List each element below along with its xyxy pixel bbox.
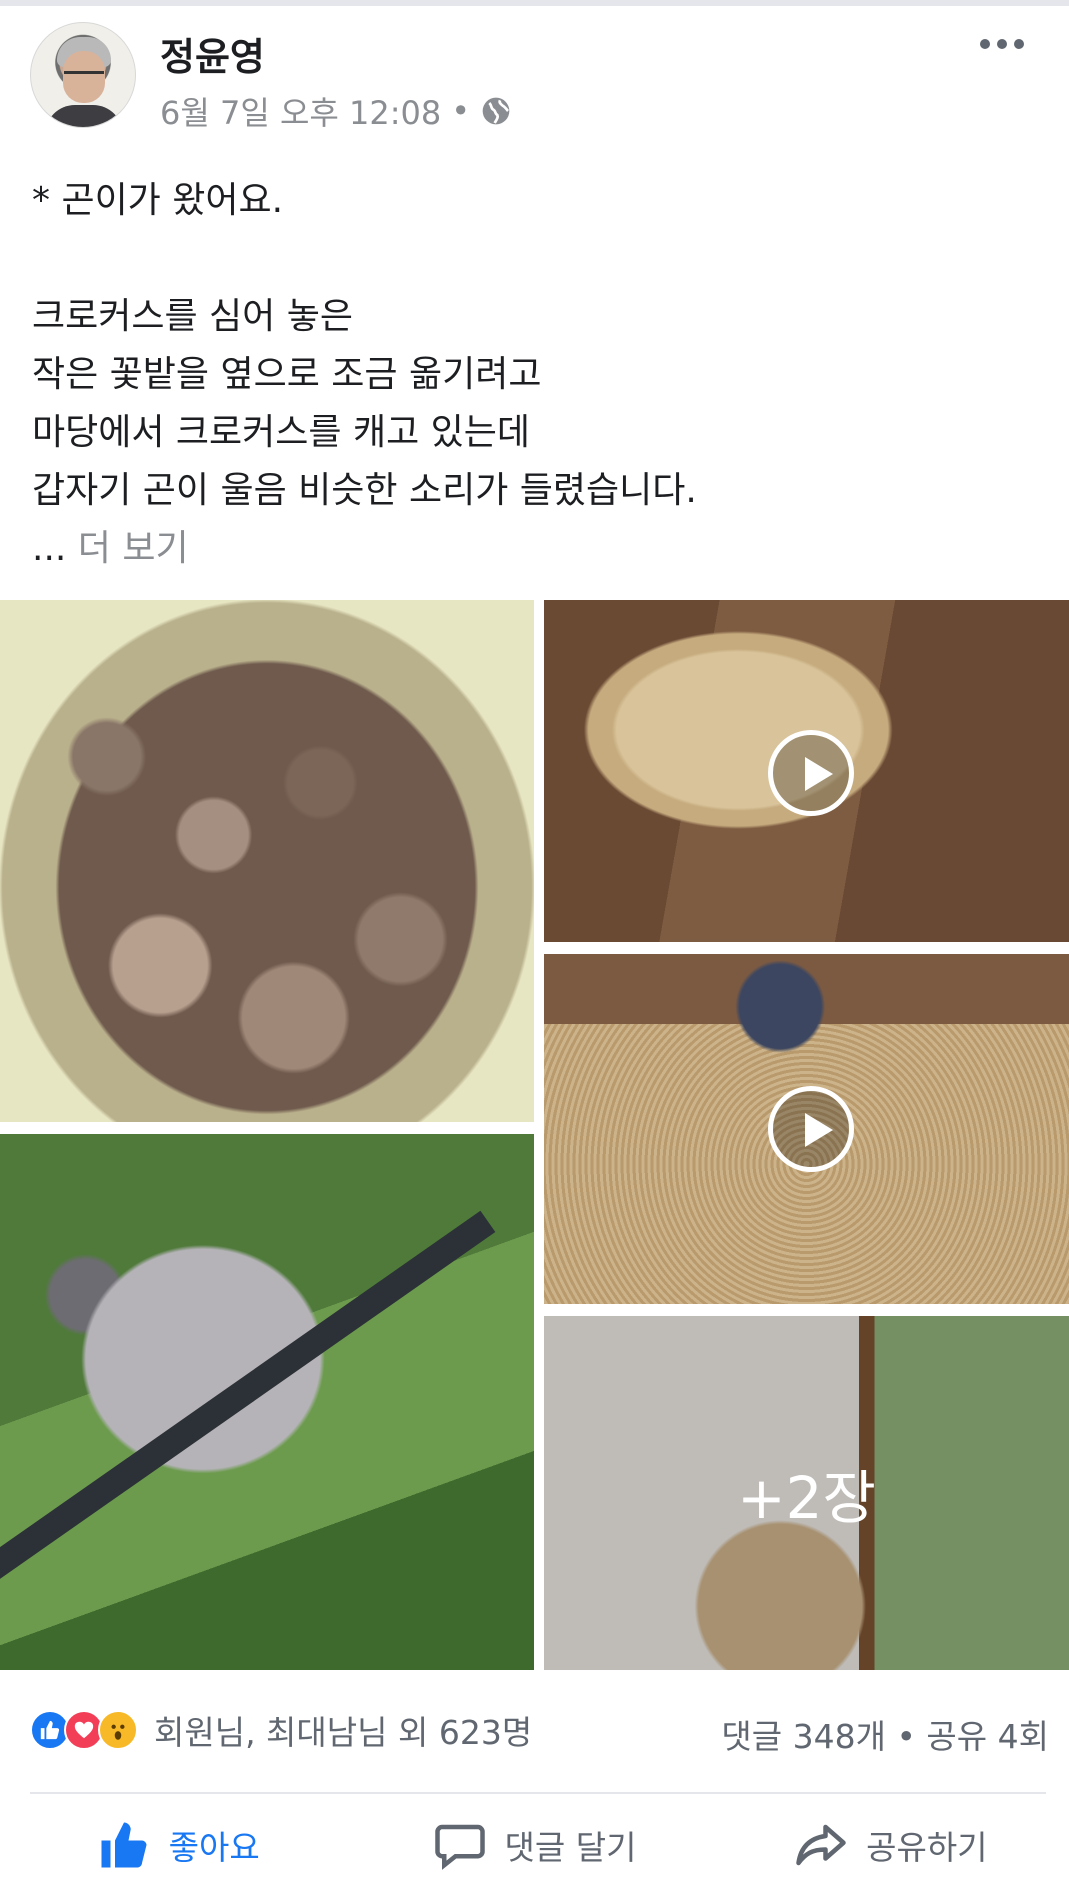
post-text-blank-line: [32, 230, 1042, 288]
thumbs-up-icon: [101, 1822, 147, 1868]
photo-more-images[interactable]: +2장: [544, 1316, 1069, 1670]
see-more-label[interactable]: 더 보기: [78, 528, 189, 569]
comments-shares-count[interactable]: 댓글 348개 • 공유 4회: [721, 1710, 1049, 1758]
reactions-summary[interactable]: 회원님, 최대남님 외 623명: [30, 1706, 532, 1754]
comment-label: 댓글 달기: [504, 1828, 637, 1867]
share-icon: [796, 1824, 846, 1866]
actions-divider: [30, 1792, 1046, 1794]
globe-icon: [482, 97, 510, 125]
more-photos-overlay[interactable]: +2장: [544, 1316, 1069, 1670]
post-text-line: 갑자기 곤이 울음 비슷한 소리가 들렸습니다.: [32, 470, 697, 511]
like-button[interactable]: 좋아요: [0, 1810, 356, 1880]
top-divider: [0, 0, 1069, 6]
post-text: * 곤이가 왔어요. 크로커스를 심어 놓은 작은 꽃밭을 옆으로 조금 옮기려…: [32, 172, 1042, 578]
photo-bird-on-rail[interactable]: [0, 1134, 534, 1670]
comment-icon: [434, 1824, 485, 1870]
author-name[interactable]: 정윤영: [160, 26, 265, 81]
play-icon[interactable]: [768, 1086, 854, 1172]
post-timestamp[interactable]: 6월 7일 오후 12:08: [160, 88, 441, 134]
like-label: 좋아요: [168, 1828, 260, 1867]
wow-icon: [98, 1710, 138, 1750]
post-text-line: 크로커스를 심어 놓은: [32, 296, 353, 337]
comment-button[interactable]: 댓글 달기: [356, 1810, 712, 1880]
avatar[interactable]: [30, 22, 136, 128]
reaction-names[interactable]: 회원님, 최대남님 외 623명: [154, 1706, 532, 1754]
meta-separator: •: [451, 92, 471, 130]
action-bar: 좋아요 댓글 달기 공유하기: [0, 1810, 1069, 1880]
post-text-line: * 곤이가 왔어요.: [32, 180, 284, 221]
ellipsis: ...: [32, 528, 67, 569]
see-more-link[interactable]: ... 더 보기: [32, 520, 1042, 578]
post-text-line: 마당에서 크로커스를 캐고 있는데: [32, 412, 531, 453]
more-options-icon[interactable]: [980, 34, 1032, 54]
post-text-line: 작은 꽃밭을 옆으로 조금 옮기려고: [32, 354, 542, 395]
photo-crocus-bulbs[interactable]: [0, 600, 534, 1122]
more-photos-count: +2장: [737, 1464, 876, 1532]
post-meta: 6월 7일 오후 12:08 •: [160, 88, 512, 134]
share-button[interactable]: 공유하기: [713, 1810, 1069, 1880]
share-label: 공유하기: [866, 1828, 988, 1867]
play-icon[interactable]: [768, 730, 854, 816]
